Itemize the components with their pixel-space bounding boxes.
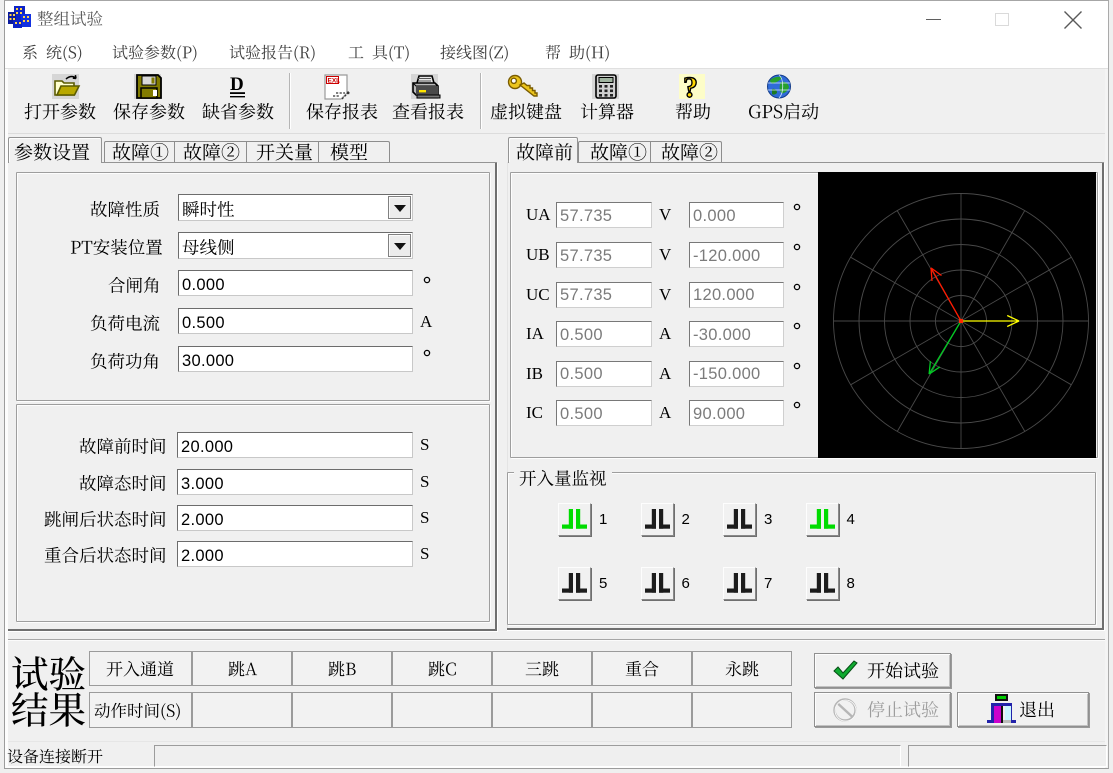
svg-text:EXL: EXL: [328, 78, 341, 85]
svg-text:?: ?: [683, 71, 698, 104]
svg-text:D: D: [230, 74, 244, 95]
